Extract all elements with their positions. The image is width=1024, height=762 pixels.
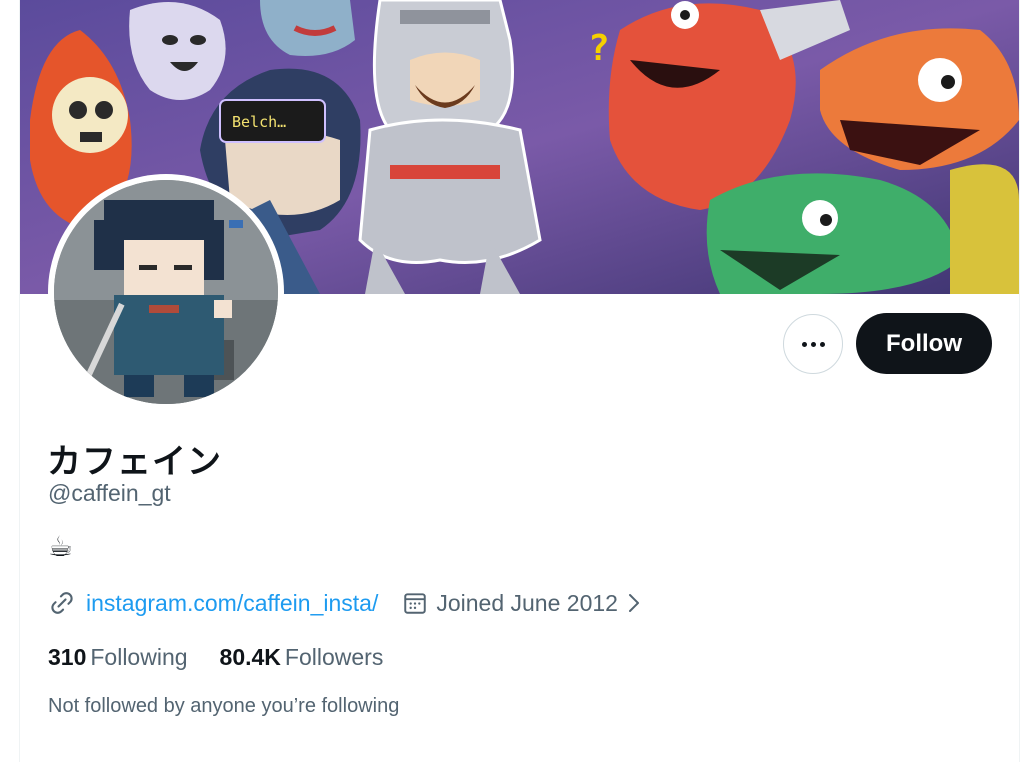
calendar-icon xyxy=(404,593,427,614)
following-stat[interactable]: 310 Following xyxy=(48,644,188,671)
more-options-button[interactable] xyxy=(783,314,843,374)
banner-speech-text: Belch… xyxy=(232,113,286,131)
social-context-text: Not followed by anyone you’re following xyxy=(48,695,400,717)
display-name: カフェイン xyxy=(47,442,222,482)
avatar-pixel-art xyxy=(54,180,278,404)
more-horizontal-icon-dot xyxy=(819,341,825,347)
link-icon xyxy=(51,592,73,614)
followers-stat[interactable]: 80.4K Followers xyxy=(220,644,384,671)
followers-count: 80.4K xyxy=(219,644,281,670)
follow-button[interactable]: Follow xyxy=(856,313,992,374)
following-label: Following xyxy=(90,644,188,670)
bio-text: ☕ xyxy=(48,531,74,562)
joined-date: Joined June 2012 xyxy=(436,589,618,616)
followers-label: Followers xyxy=(284,644,384,670)
user-handle: @caffein_gt xyxy=(48,480,171,506)
chevron-right-icon[interactable] xyxy=(624,592,644,614)
profile-meta-row: instagram.com/caffein_insta/ Joined June… xyxy=(48,586,644,620)
question-mark-decoration: ? xyxy=(588,28,610,69)
column-border-right xyxy=(1019,0,1020,762)
follow-stats: 310 Following 80.4K Followers xyxy=(48,644,383,671)
website-link[interactable]: instagram.com/caffein_insta/ xyxy=(86,590,378,617)
profile-avatar[interactable] xyxy=(48,174,284,410)
more-horizontal-icon xyxy=(801,341,807,347)
following-count: 310 xyxy=(48,644,87,670)
more-horizontal-icon-dot xyxy=(810,341,816,347)
